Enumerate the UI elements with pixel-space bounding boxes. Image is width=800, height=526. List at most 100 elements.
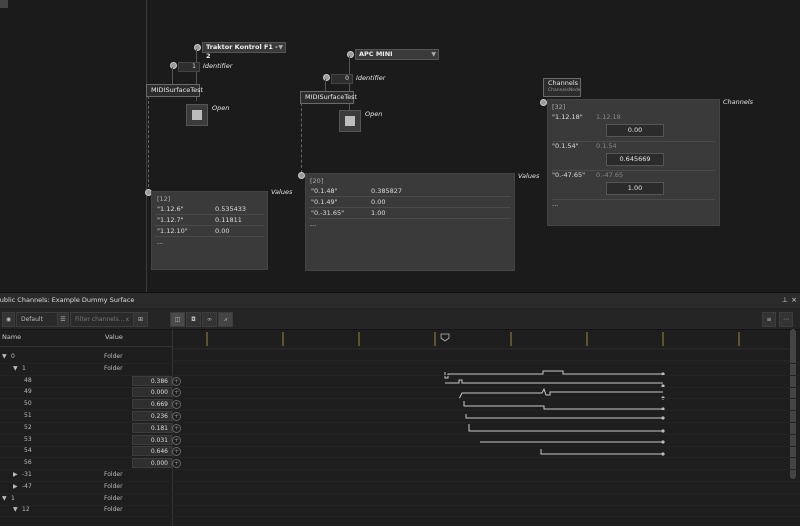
add-keyframe-icon[interactable]: + (172, 423, 181, 433)
table-row: "0.1.48" 0.385827 (309, 186, 511, 197)
identifier-input-1[interactable]: 1 (178, 62, 200, 72)
open-label-2: Open (365, 110, 383, 118)
channel-row: "0.-47.65" 0.-47.65 1.00 (552, 171, 715, 200)
waveform-icon[interactable]: ⩘ (218, 312, 233, 327)
chevron-down-icon[interactable]: ▼ (2, 493, 7, 505)
close-icon[interactable]: × (791, 293, 797, 308)
channel-value-cell[interactable]: 0.236 (104, 410, 172, 422)
channels-port[interactable] (540, 99, 547, 106)
chevron-down-icon[interactable]: ▼ (13, 363, 18, 375)
add-keyframe-icon[interactable]: + (172, 412, 181, 421)
filter-clear[interactable]: x (125, 313, 129, 326)
channel-value-input[interactable]: 0.000 (132, 458, 172, 469)
channel-name: 56 (24, 459, 32, 467)
channel-value-input[interactable]: 0.00 (606, 124, 664, 137)
channel-value-cell: Folder (104, 469, 172, 481)
channel-value-input[interactable]: 0.645669 (606, 153, 664, 166)
table-row[interactable]: ▼ 12 Folder (0, 504, 800, 518)
channel-value-cell: Folder (104, 504, 172, 516)
channel-value-cell[interactable]: 0.386 (104, 375, 172, 387)
channel-name: -47 (22, 482, 32, 490)
more-icon[interactable]: ⋯ (779, 312, 793, 327)
device-dropdown-2[interactable]: APC MINI ▼ (355, 49, 439, 60)
open-button-2[interactable] (339, 110, 361, 132)
channel-value-cell[interactable]: 0.031 (104, 434, 172, 446)
add-keyframe-icon[interactable]: + (172, 459, 181, 469)
table-row: "0.1.49" 0.00 (309, 197, 511, 208)
wire-2a (349, 56, 350, 114)
channel-name: 0 (11, 353, 15, 360)
channel-value-input[interactable]: 0.000 (132, 387, 172, 398)
channel-value-cell[interactable]: 0.000 (104, 386, 172, 398)
channels-count: [32] (552, 103, 566, 111)
channel-value-cell: Folder (104, 481, 172, 493)
list-options-icon[interactable]: ≡ (762, 312, 776, 327)
channel-name: 1 (22, 364, 26, 372)
filter-input[interactable]: Filter channels... x (70, 312, 134, 327)
col-value-header[interactable]: Value (105, 329, 123, 346)
wire-1c (148, 96, 150, 192)
channel-value-input[interactable]: 0.386 (132, 375, 172, 386)
channels-node-title[interactable]: Channels ChannelsNode (543, 78, 581, 97)
channel-value-cell[interactable]: 0.000 (104, 457, 172, 469)
preset-label: Default (21, 316, 43, 323)
table-row: "1.12.10" 0.00 (155, 226, 264, 237)
chevron-down-icon[interactable]: ▼ (13, 504, 18, 516)
preset-select[interactable]: Default (16, 312, 60, 327)
channels-more: ... (552, 200, 559, 208)
values-count-1: [12] (157, 195, 171, 203)
table-row: "1.12.6" 0.535433 (155, 204, 264, 215)
values-more-2: ... (310, 220, 317, 228)
channel-name: 48 (24, 376, 32, 384)
values-port-2[interactable] (298, 172, 305, 179)
channel-name: 1 (11, 494, 15, 502)
device-dropdown-2-label: APC MINI (359, 50, 393, 58)
folder-label: Folder (104, 353, 123, 360)
channel-value-cell[interactable]: 0.181 (104, 422, 172, 434)
wire-1b (172, 67, 173, 85)
add-keyframe-icon[interactable]: + (172, 447, 181, 457)
channels-subtitle: ChannelsNode (548, 88, 581, 93)
camera-icon[interactable]: ◘ (186, 312, 201, 327)
corner-tab[interactable] (0, 0, 8, 8)
channel-value-input[interactable]: 0.646 (132, 446, 172, 457)
folder-label: Folder (104, 494, 123, 502)
channel-value-input[interactable]: 1.00 (606, 182, 664, 195)
node-title-1[interactable]: MIDISurfaceTest (146, 84, 203, 97)
add-keyframe-icon[interactable]: + (172, 376, 181, 386)
chevron-right-icon[interactable]: ▶ (13, 481, 18, 493)
panel-title-bar: Public Channels: Example Dummy Surface ⊥… (0, 293, 800, 308)
channel-value-input[interactable]: 0.669 (132, 399, 172, 410)
open-button-1[interactable] (186, 104, 208, 126)
channel-value-cell: Folder (104, 351, 172, 363)
split-view-icon[interactable]: ◫ (170, 312, 185, 327)
pin-icon[interactable]: ⊥ (782, 293, 788, 308)
values-count-2: [20] (310, 177, 324, 185)
identifier-input-2[interactable]: 0 (331, 74, 353, 84)
link-icon[interactable]: ∞ (202, 312, 217, 327)
values-label-2: Values (518, 172, 540, 180)
node-graph-canvas[interactable]: Traktor Kontrol F1 - 2 ▼ 1 Identifier MI… (0, 0, 800, 292)
channel-value-input[interactable]: 0.031 (132, 434, 172, 445)
channel-name: 12 (22, 506, 30, 514)
channel-value-input[interactable]: 0.181 (132, 422, 172, 433)
node-title-2[interactable]: MIDISurfaceTest (300, 91, 357, 104)
eye-icon[interactable]: ◉ (2, 312, 15, 327)
chevron-right-icon[interactable]: ▶ (13, 469, 18, 481)
header-divider (0, 346, 172, 347)
channel-value-input[interactable]: 0.236 (132, 411, 172, 421)
add-keyframe-icon[interactable]: + (172, 400, 181, 410)
chevron-down-icon[interactable]: ▼ (2, 351, 7, 363)
channel-name: 51 (24, 412, 32, 419)
add-keyframe-icon[interactable]: + (172, 435, 181, 445)
col-name-header[interactable]: Name (2, 329, 21, 346)
device-dropdown-1[interactable]: Traktor Kontrol F1 - 2 ▼ (202, 42, 286, 60)
menu-icon[interactable]: ☰ (57, 312, 69, 327)
channel-value-cell[interactable]: 0.646 (104, 445, 172, 457)
folder-label: Folder (104, 482, 123, 490)
add-keyframe-icon[interactable]: + (172, 388, 181, 398)
channel-name: 53 (24, 435, 32, 443)
values-more-1: ... (157, 238, 164, 246)
tree-view-icon[interactable]: ⊞ (133, 312, 148, 327)
channel-value-cell[interactable]: 0.669 (104, 398, 172, 410)
